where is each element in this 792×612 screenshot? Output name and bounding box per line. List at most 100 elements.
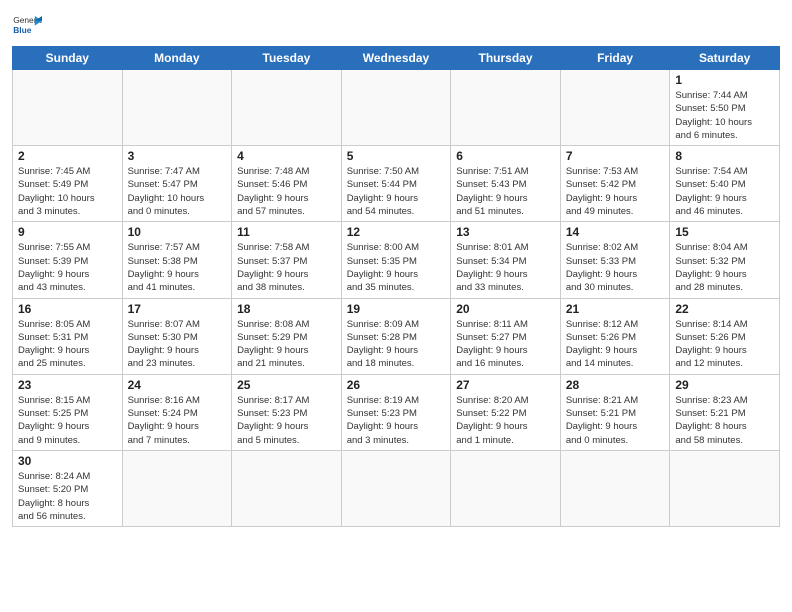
day-info: Sunrise: 8:23 AMSunset: 5:21 PMDaylight:…: [675, 394, 774, 447]
calendar-cell: 5Sunrise: 7:50 AMSunset: 5:44 PMDaylight…: [341, 146, 451, 222]
calendar-cell: 1 Sunrise: 7:44 AMSunset: 5:50 PMDaylight…: [670, 70, 780, 146]
calendar-cell: 26Sunrise: 8:19 AMSunset: 5:23 PMDayligh…: [341, 374, 451, 450]
calendar-day-header: Friday: [560, 47, 670, 70]
day-info: Sunrise: 7:51 AMSunset: 5:43 PMDaylight:…: [456, 165, 555, 218]
calendar-cell: 8Sunrise: 7:54 AMSunset: 5:40 PMDaylight…: [670, 146, 780, 222]
day-info: Sunrise: 7:45 AMSunset: 5:49 PMDaylight:…: [18, 165, 117, 218]
calendar-cell: 23Sunrise: 8:15 AMSunset: 5:25 PMDayligh…: [13, 374, 123, 450]
day-number: 21: [566, 302, 665, 316]
calendar-cell: 4 Sunrise: 7:48 AMSunset: 5:46 PMDaylight…: [232, 146, 342, 222]
calendar-day-header: Wednesday: [341, 47, 451, 70]
calendar-cell: 18 Sunrise: 8:08 AMSunset: 5:29 PMDayligh…: [232, 298, 342, 374]
day-number: 18: [237, 302, 336, 316]
day-number: 7: [566, 149, 665, 163]
day-info: Sunrise: 8:20 AMSunset: 5:22 PMDaylight:…: [456, 394, 555, 447]
day-info: Sunrise: 8:12 AMSunset: 5:26 PMDaylight:…: [566, 318, 665, 371]
calendar-cell: 14Sunrise: 8:02 AMSunset: 5:33 PMDayligh…: [560, 222, 670, 298]
calendar-cell: 6 Sunrise: 7:51 AMSunset: 5:43 PMDaylight…: [451, 146, 561, 222]
day-info: Sunrise: 7:54 AMSunset: 5:40 PMDaylight:…: [675, 165, 774, 218]
day-info: Sunrise: 8:19 AMSunset: 5:23 PMDaylight:…: [347, 394, 446, 447]
day-number: 22: [675, 302, 774, 316]
day-info: Sunrise: 8:09 AMSunset: 5:28 PMDaylight:…: [347, 318, 446, 371]
calendar-cell: [341, 70, 451, 146]
day-info: Sunrise: 8:02 AMSunset: 5:33 PMDaylight:…: [566, 241, 665, 294]
day-info: Sunrise: 8:01 AMSunset: 5:34 PMDaylight:…: [456, 241, 555, 294]
day-info: Sunrise: 8:00 AMSunset: 5:35 PMDaylight:…: [347, 241, 446, 294]
calendar-day-header: Saturday: [670, 47, 780, 70]
day-info: Sunrise: 8:14 AMSunset: 5:26 PMDaylight:…: [675, 318, 774, 371]
calendar-cell: [341, 450, 451, 526]
calendar-cell: [451, 450, 561, 526]
day-number: 19: [347, 302, 446, 316]
calendar-cell: [122, 450, 232, 526]
day-number: 20: [456, 302, 555, 316]
calendar-cell: 3Sunrise: 7:47 AMSunset: 5:47 PMDaylight…: [122, 146, 232, 222]
calendar-cell: [451, 70, 561, 146]
calendar-cell: 29Sunrise: 8:23 AMSunset: 5:21 PMDayligh…: [670, 374, 780, 450]
day-info: Sunrise: 8:16 AMSunset: 5:24 PMDaylight:…: [128, 394, 227, 447]
calendar-header-row: SundayMondayTuesdayWednesdayThursdayFrid…: [13, 47, 780, 70]
calendar-cell: 17 Sunrise: 8:07 AMSunset: 5:30 PMDayligh…: [122, 298, 232, 374]
day-info: Sunrise: 7:55 AMSunset: 5:39 PMDaylight:…: [18, 241, 117, 294]
page-header: General Blue: [12, 10, 780, 40]
calendar-cell: 11 Sunrise: 7:58 AMSunset: 5:37 PMDayligh…: [232, 222, 342, 298]
calendar-cell: 2 Sunrise: 7:45 AMSunset: 5:49 PMDaylight…: [13, 146, 123, 222]
day-number: 25: [237, 378, 336, 392]
day-info: Sunrise: 7:57 AMSunset: 5:38 PMDaylight:…: [128, 241, 227, 294]
day-info: Sunrise: 8:04 AMSunset: 5:32 PMDaylight:…: [675, 241, 774, 294]
calendar-cell: 20 Sunrise: 8:11 AMSunset: 5:27 PMDayligh…: [451, 298, 561, 374]
calendar-cell: 27 Sunrise: 8:20 AMSunset: 5:22 PMDayligh…: [451, 374, 561, 450]
day-info: Sunrise: 8:17 AMSunset: 5:23 PMDaylight:…: [237, 394, 336, 447]
day-number: 24: [128, 378, 227, 392]
calendar-cell: 24 Sunrise: 8:16 AMSunset: 5:24 PMDayligh…: [122, 374, 232, 450]
day-number: 9: [18, 225, 117, 239]
svg-text:Blue: Blue: [13, 25, 32, 35]
calendar-day-header: Tuesday: [232, 47, 342, 70]
calendar-day-header: Thursday: [451, 47, 561, 70]
day-info: Sunrise: 7:53 AMSunset: 5:42 PMDaylight:…: [566, 165, 665, 218]
day-info: Sunrise: 7:50 AMSunset: 5:44 PMDaylight:…: [347, 165, 446, 218]
day-number: 4: [237, 149, 336, 163]
day-number: 12: [347, 225, 446, 239]
day-info: Sunrise: 7:48 AMSunset: 5:46 PMDaylight:…: [237, 165, 336, 218]
calendar-cell: 28Sunrise: 8:21 AMSunset: 5:21 PMDayligh…: [560, 374, 670, 450]
day-info: Sunrise: 8:08 AMSunset: 5:29 PMDaylight:…: [237, 318, 336, 371]
day-number: 30: [18, 454, 117, 468]
calendar-cell: 15Sunrise: 8:04 AMSunset: 5:32 PMDayligh…: [670, 222, 780, 298]
calendar-cell: 7 Sunrise: 7:53 AMSunset: 5:42 PMDaylight…: [560, 146, 670, 222]
day-info: Sunrise: 8:24 AMSunset: 5:20 PMDaylight:…: [18, 470, 117, 523]
day-number: 1: [675, 73, 774, 87]
day-number: 23: [18, 378, 117, 392]
day-number: 2: [18, 149, 117, 163]
day-number: 10: [128, 225, 227, 239]
calendar-cell: 16 Sunrise: 8:05 AMSunset: 5:31 PMDayligh…: [13, 298, 123, 374]
calendar-cell: 22 Sunrise: 8:14 AMSunset: 5:26 PMDayligh…: [670, 298, 780, 374]
day-info: Sunrise: 7:44 AMSunset: 5:50 PMDaylight:…: [675, 89, 774, 142]
day-number: 11: [237, 225, 336, 239]
day-info: Sunrise: 7:47 AMSunset: 5:47 PMDaylight:…: [128, 165, 227, 218]
calendar-cell: [232, 70, 342, 146]
day-number: 27: [456, 378, 555, 392]
day-info: Sunrise: 7:58 AMSunset: 5:37 PMDaylight:…: [237, 241, 336, 294]
logo-icon: General Blue: [12, 10, 42, 40]
day-number: 6: [456, 149, 555, 163]
calendar-cell: 12 Sunrise: 8:00 AMSunset: 5:35 PMDayligh…: [341, 222, 451, 298]
calendar-day-header: Sunday: [13, 47, 123, 70]
day-info: Sunrise: 8:11 AMSunset: 5:27 PMDaylight:…: [456, 318, 555, 371]
day-number: 28: [566, 378, 665, 392]
calendar-cell: 30 Sunrise: 8:24 AMSunset: 5:20 PMDayligh…: [13, 450, 123, 526]
calendar-cell: 19 Sunrise: 8:09 AMSunset: 5:28 PMDayligh…: [341, 298, 451, 374]
calendar-cell: [122, 70, 232, 146]
day-number: 16: [18, 302, 117, 316]
calendar-day-header: Monday: [122, 47, 232, 70]
calendar-cell: [13, 70, 123, 146]
calendar-cell: 13Sunrise: 8:01 AMSunset: 5:34 PMDayligh…: [451, 222, 561, 298]
calendar-cell: [560, 70, 670, 146]
day-number: 17: [128, 302, 227, 316]
day-info: Sunrise: 8:07 AMSunset: 5:30 PMDaylight:…: [128, 318, 227, 371]
day-info: Sunrise: 8:05 AMSunset: 5:31 PMDaylight:…: [18, 318, 117, 371]
calendar-cell: [560, 450, 670, 526]
logo: General Blue: [12, 10, 42, 40]
calendar-cell: 9 Sunrise: 7:55 AMSunset: 5:39 PMDaylight…: [13, 222, 123, 298]
calendar-cell: [232, 450, 342, 526]
